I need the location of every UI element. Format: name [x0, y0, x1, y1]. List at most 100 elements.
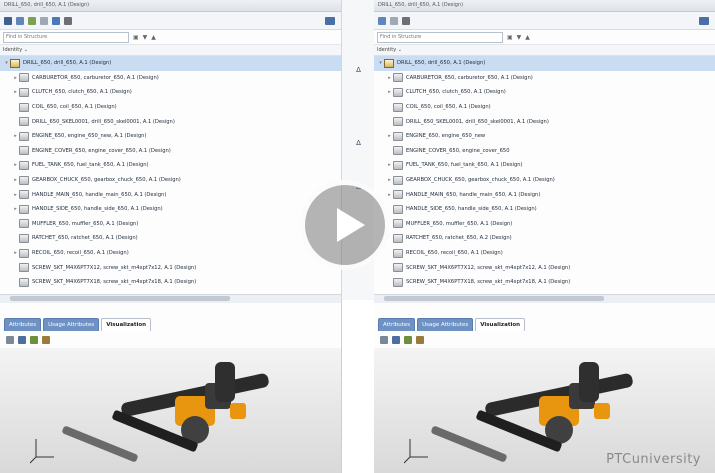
- fit-icon[interactable]: [380, 336, 388, 344]
- tree-row[interactable]: ▸ GEARBOX_CHUCK_650, gearbox_chuck_650, A…: [374, 173, 715, 188]
- tab-usage-attributes[interactable]: Usage Attributes: [43, 318, 100, 331]
- expand-icon[interactable]: [378, 16, 386, 25]
- scrollbar-thumb[interactable]: [10, 296, 230, 301]
- horizontal-scrollbar[interactable]: [374, 294, 715, 303]
- view-menu-icon[interactable]: [402, 16, 410, 25]
- part-icon: [393, 204, 403, 214]
- expander-icon[interactable]: ▸: [386, 133, 393, 139]
- expander-icon[interactable]: ▸: [386, 75, 393, 81]
- tree-row[interactable]: ENGINE_COVER_650, engine_cover_650: [374, 144, 715, 159]
- tree-row[interactable]: ▸ FUEL_TANK_650, fuel_tank_650, A.1 (Desi…: [374, 158, 715, 173]
- tab-usage-attributes[interactable]: Usage Attributes: [417, 318, 474, 331]
- tree-row[interactable]: ▸ CLUTCH_650, clutch_650, A.1 (Design): [0, 85, 341, 100]
- collapse-icon[interactable]: [40, 16, 48, 25]
- expander-icon[interactable]: ▸: [12, 177, 19, 183]
- expander-icon[interactable]: ▸: [12, 89, 19, 95]
- find-options-icon[interactable]: ▣: [507, 34, 513, 41]
- refresh-icon[interactable]: [16, 16, 24, 25]
- zoom-icon[interactable]: [18, 336, 26, 344]
- expander-icon[interactable]: ▸: [386, 192, 393, 198]
- 3d-viewport[interactable]: PTCuniversity: [374, 348, 715, 473]
- part-icon: [19, 73, 29, 83]
- expander-icon[interactable]: ▸: [12, 133, 19, 139]
- tree-root-row[interactable]: ▾ DRILL_650, drill_650, A.1 (Design): [374, 56, 715, 71]
- tree-row[interactable]: SCREW_SKT_M4X6PT7X12, screw_skt_m4xpt7x1…: [374, 260, 715, 275]
- tree-row[interactable]: HANDLE_SIDE_650, handle_side_650, A.1 (D…: [374, 202, 715, 217]
- tree-root-row[interactable]: ▾ DRILL_650, drill_650, A.1 (Design): [0, 56, 341, 71]
- tree-row[interactable]: MUFFLER_650, muffler_650, A.1 (Design): [374, 217, 715, 232]
- tree-row[interactable]: SCREW_SKT_M4X6PT7X18, screw_skt_m4xpt7x1…: [0, 275, 341, 290]
- zoom-icon[interactable]: [392, 336, 400, 344]
- tree-row[interactable]: ▸ GEARBOX_CHUCK_650, gearbox_chuck_650, A…: [0, 173, 341, 188]
- tree-row[interactable]: ▸ ENGINE_650, engine_650_new: [374, 129, 715, 144]
- find-in-structure-input[interactable]: [3, 31, 129, 43]
- filter-up-icon[interactable]: ▲: [151, 34, 156, 41]
- pan-icon[interactable]: [30, 336, 38, 344]
- expander-icon[interactable]: ▸: [12, 206, 19, 212]
- tree-row[interactable]: ▸ HANDLE_SIDE_650, handle_side_650, A.1 (…: [0, 202, 341, 217]
- expander-icon[interactable]: ▸: [12, 75, 19, 81]
- config-icon[interactable]: [325, 16, 335, 25]
- collapse-icon[interactable]: [390, 16, 398, 25]
- config-icon[interactable]: [699, 16, 709, 25]
- tree-row[interactable]: ▸ CLUTCH_650, clutch_650, A.1 (Design): [374, 85, 715, 100]
- pan-icon[interactable]: [404, 336, 412, 344]
- find-options-icon[interactable]: ▣: [133, 34, 139, 41]
- filter-down-icon[interactable]: ▼: [517, 34, 522, 41]
- scrollbar-thumb[interactable]: [384, 296, 604, 301]
- expander-icon[interactable]: ▸: [12, 162, 19, 168]
- filter-up-icon[interactable]: ▲: [525, 34, 530, 41]
- 3d-viewport[interactable]: [0, 348, 341, 473]
- expand-icon[interactable]: [28, 16, 36, 25]
- tab-visualization[interactable]: Visualization: [101, 318, 152, 331]
- expander-icon[interactable]: ▸: [12, 192, 19, 198]
- tree-row[interactable]: ▸ CARBURETOR_650, carburetor_650, A.1 (De…: [0, 71, 341, 86]
- tree-row[interactable]: RATCHET_650, ratchet_650, A.1 (Design): [0, 231, 341, 246]
- tree-row[interactable]: ▸ RECOIL_650, recoil_650, A.1 (Design): [0, 246, 341, 261]
- tree-row[interactable]: ▸ HANDLE_MAIN_650, handle_main_650, A.1 (…: [374, 187, 715, 202]
- left-structure-pane: DRILL_650, drill_650, A.1 (Design) ▣ ▼ ▲…: [0, 0, 342, 473]
- horizontal-scrollbar[interactable]: [0, 294, 341, 303]
- render-mode-icon[interactable]: [416, 336, 424, 344]
- tree-row[interactable]: ENGINE_COVER_650, engine_cover_650, A.1 …: [0, 144, 341, 159]
- tree-row[interactable]: ▸ CARBURETOR_650, carburetor_650, A.1 (De…: [374, 71, 715, 86]
- render-mode-icon[interactable]: [42, 336, 50, 344]
- part-icon: [393, 190, 403, 200]
- expander-icon[interactable]: ▸: [386, 177, 393, 183]
- tree-row[interactable]: COIL_650, coil_650, A.1 (Design): [374, 100, 715, 115]
- expander-icon[interactable]: ▸: [12, 250, 19, 256]
- filter-icon[interactable]: [52, 16, 60, 25]
- expander-icon[interactable]: ▾: [3, 60, 10, 66]
- tree-row[interactable]: ▸ FUEL_TANK_650, fuel_tank_650, A.1 (Desi…: [0, 158, 341, 173]
- tree-row[interactable]: ▸ ENGINE_650, engine_650_new, A.1 (Design…: [0, 129, 341, 144]
- tab-visualization[interactable]: Visualization: [475, 318, 526, 331]
- identity-column-header[interactable]: Identity ⌄: [374, 45, 715, 56]
- tree-row-label: DRILL_650, drill_650, A.1 (Design): [23, 60, 112, 67]
- filter-down-icon[interactable]: ▼: [143, 34, 148, 41]
- tree-row[interactable]: SCREW_SKT_M4X6PT7X12, screw_skt_m4xpt7x1…: [0, 260, 341, 275]
- tree-row[interactable]: RECOIL_650, recoil_650, A.1 (Design): [374, 246, 715, 261]
- tree-row[interactable]: SCREW_SKT_M4X6PT7X18, screw_skt_m4xpt7x1…: [374, 275, 715, 290]
- pane-title: DRILL_650, drill_650, A.1 (Design): [0, 0, 341, 12]
- expander-icon[interactable]: ▸: [386, 162, 393, 168]
- tree-row[interactable]: MUFFLER_650, muffler_650, A.1 (Design): [0, 217, 341, 232]
- tree-row-label: GEARBOX_CHUCK_650, gearbox_chuck_650, A.…: [32, 177, 181, 184]
- tab-attributes[interactable]: Attributes: [4, 318, 42, 331]
- expander-icon[interactable]: ▾: [377, 60, 384, 66]
- view-menu-icon[interactable]: [64, 16, 72, 25]
- tab-attributes[interactable]: Attributes: [378, 318, 416, 331]
- identity-column-header[interactable]: Identity ⌄: [0, 45, 341, 56]
- tree-row[interactable]: COIL_650, coil_650, A.1 (Design): [0, 100, 341, 115]
- structure-tree: ▾ DRILL_650, drill_650, A.1 (Design) ▸ CARB…: [374, 56, 715, 290]
- tree-row[interactable]: RATCHET_650, ratchet_650, A.2 (Design): [374, 231, 715, 246]
- part-icon: [19, 204, 29, 214]
- fit-icon[interactable]: [6, 336, 14, 344]
- find-in-structure-input[interactable]: [377, 31, 503, 43]
- expander-icon[interactable]: ▸: [386, 89, 393, 95]
- tree-row-label: FUEL_TANK_650, fuel_tank_650, A.1 (Desig…: [32, 162, 149, 169]
- video-play-button[interactable]: [300, 180, 390, 270]
- tree-row[interactable]: DRILL_650_SKEL0001, drill_650_skel0001, …: [374, 114, 715, 129]
- tree-row[interactable]: DRILL_650_SKEL0001, drill_650_skel0001, …: [0, 114, 341, 129]
- tree-row[interactable]: ▸ HANDLE_MAIN_650, handle_main_650, A.1 (…: [0, 187, 341, 202]
- save-icon[interactable]: [4, 16, 12, 25]
